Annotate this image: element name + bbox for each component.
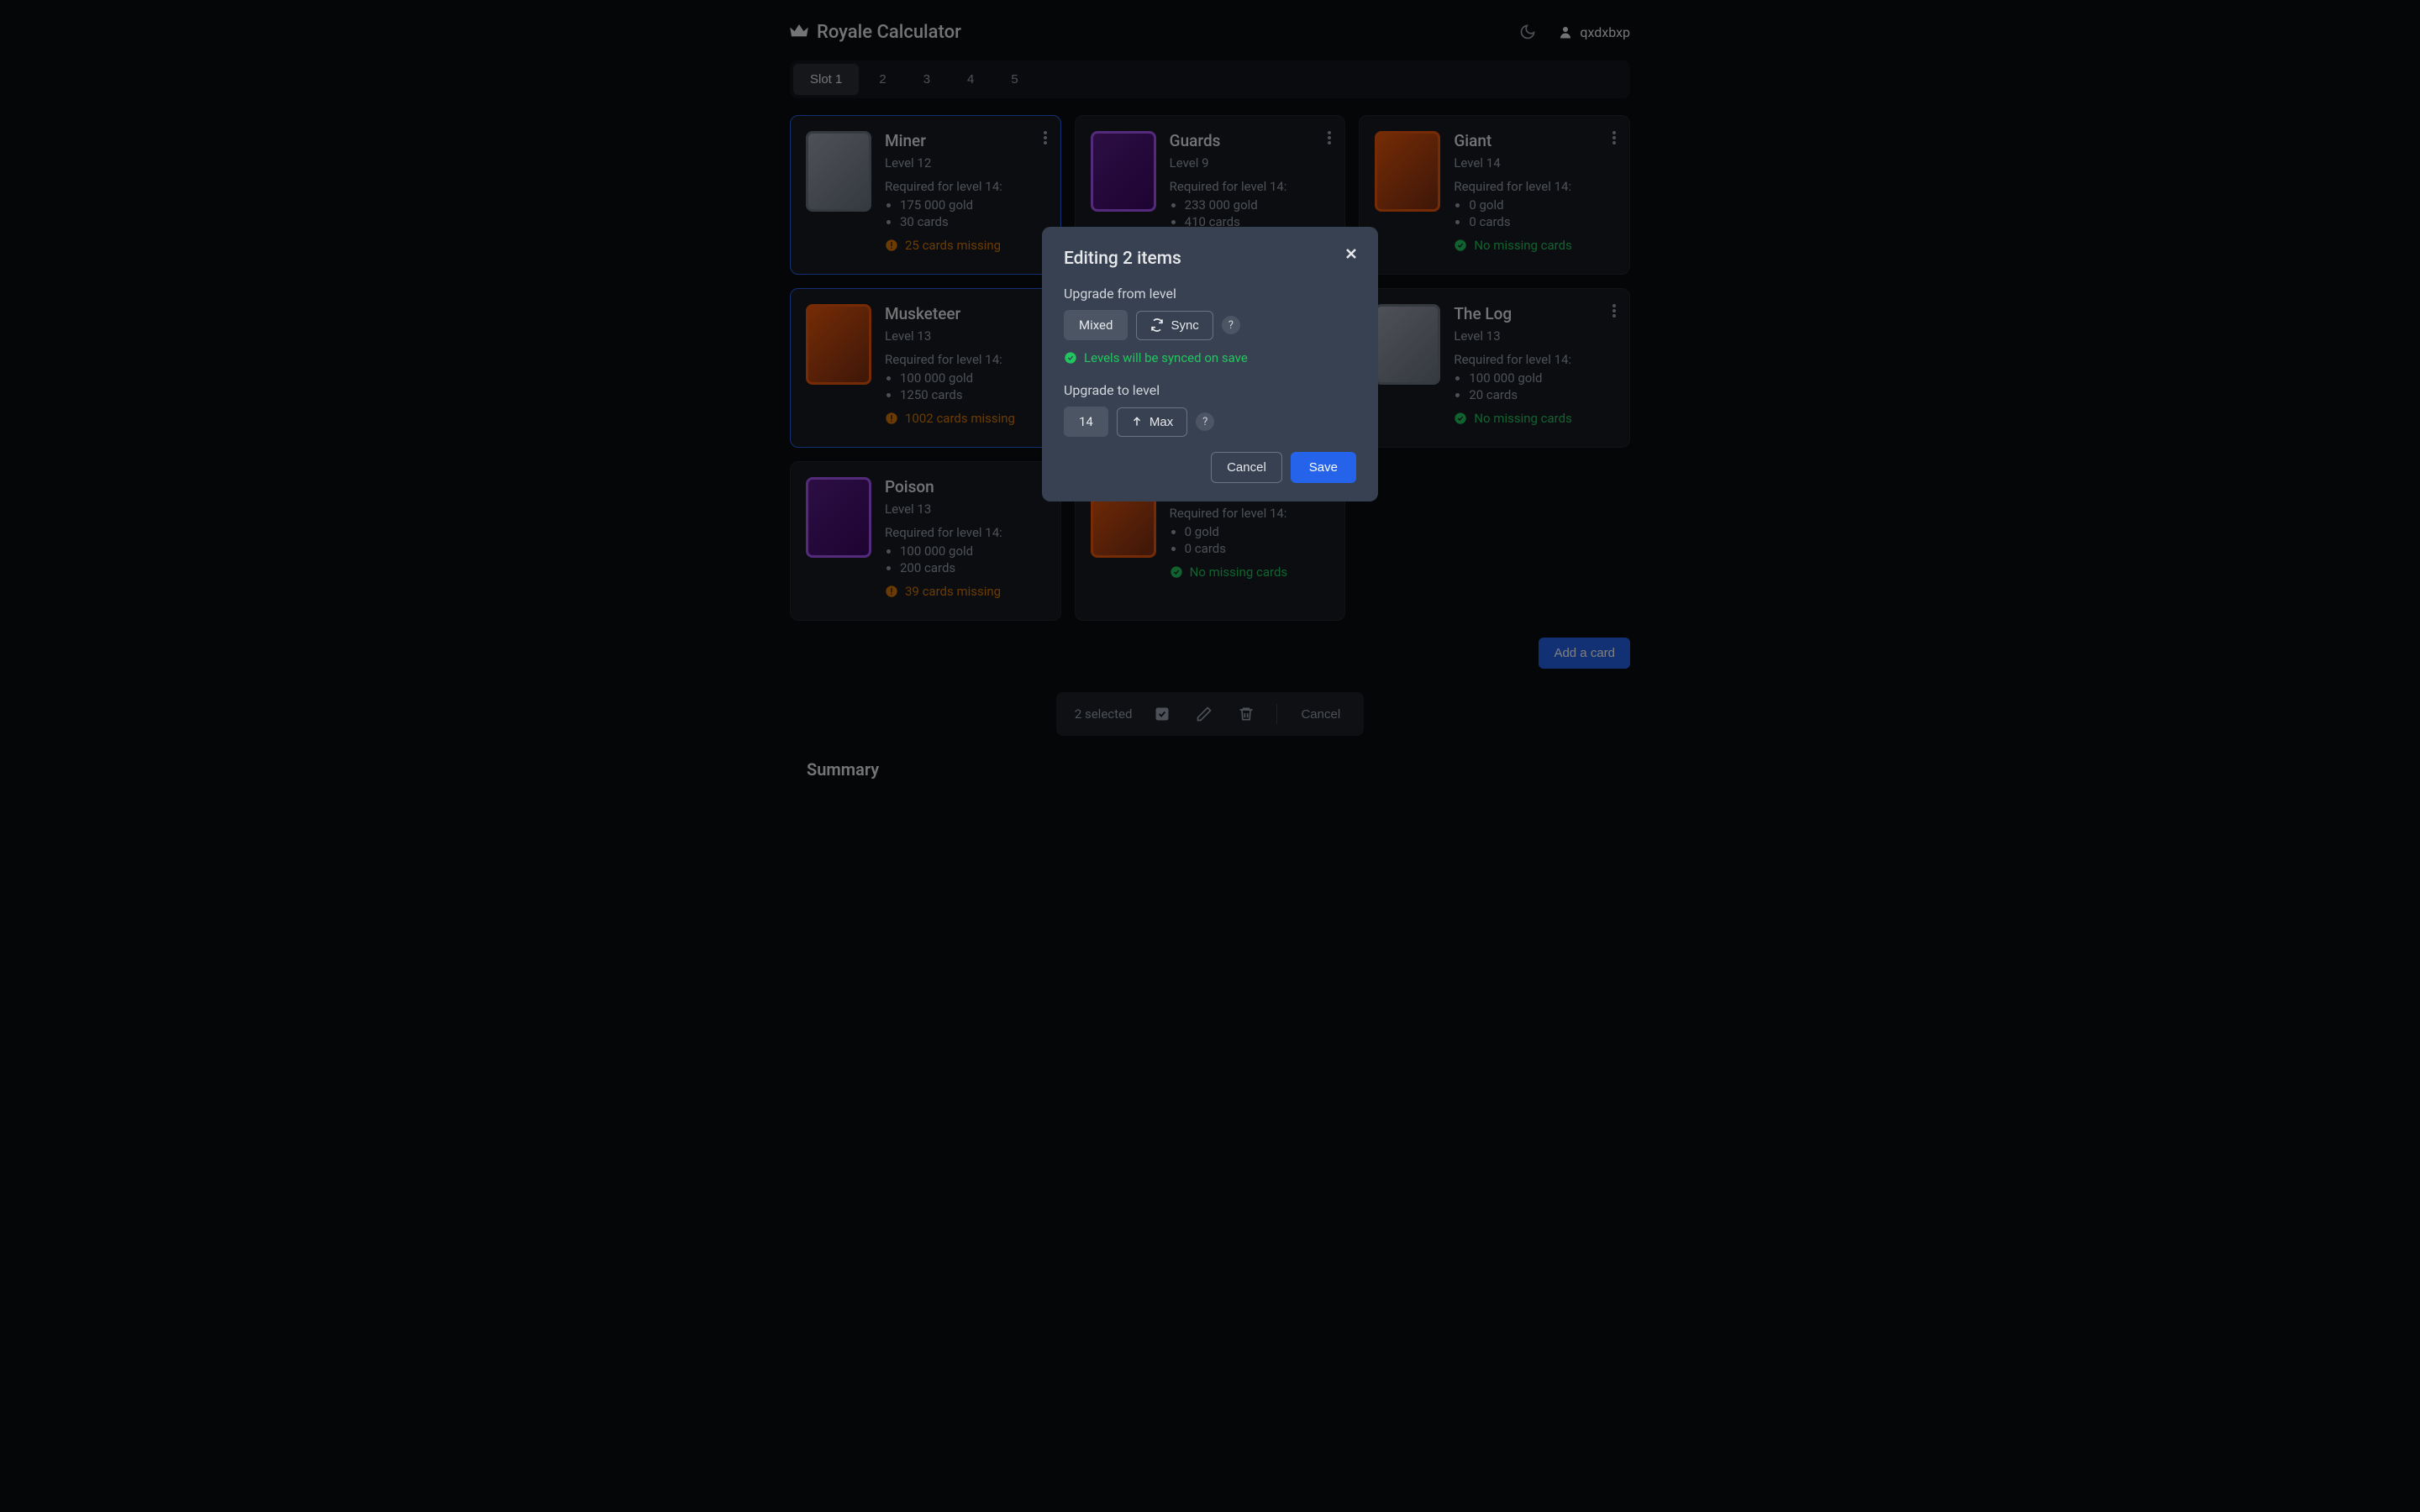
modal-close-button[interactable] — [1339, 242, 1363, 265]
upgrade-to-label: Upgrade to level — [1064, 382, 1356, 398]
sync-message: Levels will be synced on save — [1064, 350, 1356, 365]
help-from-button[interactable]: ? — [1222, 316, 1240, 334]
question-icon: ? — [1228, 319, 1234, 332]
cancel-button[interactable]: Cancel — [1211, 452, 1282, 483]
modal-title: Editing 2 items — [1064, 249, 1356, 269]
close-icon — [1343, 245, 1360, 262]
arrow-up-icon — [1131, 416, 1143, 428]
upgrade-from-value[interactable]: Mixed — [1064, 310, 1128, 340]
modal-actions: Cancel Save — [1064, 452, 1356, 483]
modal-overlay[interactable]: Editing 2 items Upgrade from level Mixed… — [0, 0, 2420, 1512]
upgrade-to-row: 14 Max ? — [1064, 407, 1356, 437]
sync-icon — [1150, 318, 1164, 332]
question-icon: ? — [1202, 416, 1207, 428]
edit-modal: Editing 2 items Upgrade from level Mixed… — [1042, 227, 1378, 501]
sync-button[interactable]: Sync — [1136, 311, 1213, 340]
upgrade-from-label: Upgrade from level — [1064, 286, 1356, 302]
max-button[interactable]: Max — [1117, 407, 1187, 437]
upgrade-to-value[interactable]: 14 — [1064, 407, 1108, 437]
upgrade-from-row: Mixed Sync ? — [1064, 310, 1356, 340]
help-to-button[interactable]: ? — [1196, 412, 1214, 431]
save-button[interactable]: Save — [1291, 452, 1356, 483]
check-circle-icon — [1064, 351, 1077, 365]
